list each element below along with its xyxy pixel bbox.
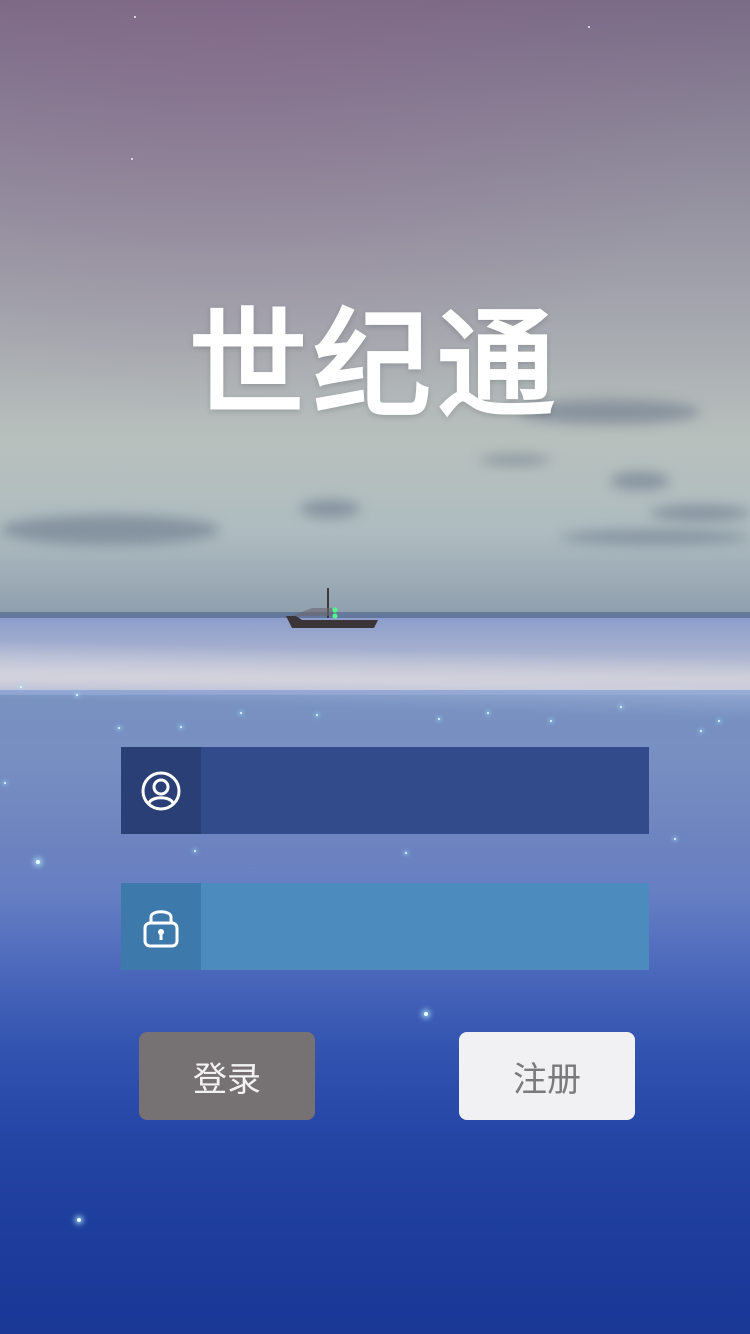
cloud — [480, 455, 550, 465]
water-sparkle — [77, 1218, 81, 1222]
water-sparkle — [700, 730, 702, 732]
app-logo: 世纪通 — [175, 300, 575, 430]
water-sparkle — [4, 782, 6, 784]
water-sparkle — [550, 720, 552, 722]
water-sparkle — [424, 1012, 428, 1016]
water-sparkle — [487, 712, 489, 714]
water-sparkle — [20, 686, 22, 688]
water-sparkle — [118, 727, 120, 729]
water-sparkle — [76, 694, 78, 696]
login-button[interactable]: 登录 — [139, 1032, 315, 1120]
star — [134, 16, 136, 18]
register-button[interactable]: 注册 — [459, 1032, 635, 1120]
username-field — [121, 747, 649, 834]
water-sparkle — [36, 860, 40, 864]
user-icon — [141, 771, 181, 810]
password-icon-box — [121, 883, 201, 970]
password-input[interactable] — [201, 883, 649, 970]
water-sparkle — [316, 714, 318, 716]
water-sparkle — [620, 706, 622, 708]
cloud — [560, 530, 750, 544]
water-sparkle — [438, 718, 440, 720]
username-input[interactable] — [201, 747, 649, 834]
water-sparkle — [180, 726, 182, 728]
water-sparkle — [405, 852, 407, 854]
cloud — [610, 472, 670, 490]
star — [588, 26, 590, 28]
lock-icon — [143, 909, 179, 947]
star — [131, 158, 133, 160]
water-sparkle — [240, 712, 242, 714]
cloud — [300, 500, 360, 518]
water-sparkle — [718, 720, 720, 722]
boat-image — [286, 588, 378, 628]
cloud — [650, 505, 750, 521]
logo-text: 世纪通 — [188, 296, 561, 434]
password-field — [121, 883, 649, 970]
cloud — [0, 515, 220, 545]
login-screen: 世纪通 登录 注册 — [0, 0, 750, 1334]
water-sparkle — [194, 850, 196, 852]
username-icon-box — [121, 747, 201, 834]
water-sparkle — [674, 838, 676, 840]
